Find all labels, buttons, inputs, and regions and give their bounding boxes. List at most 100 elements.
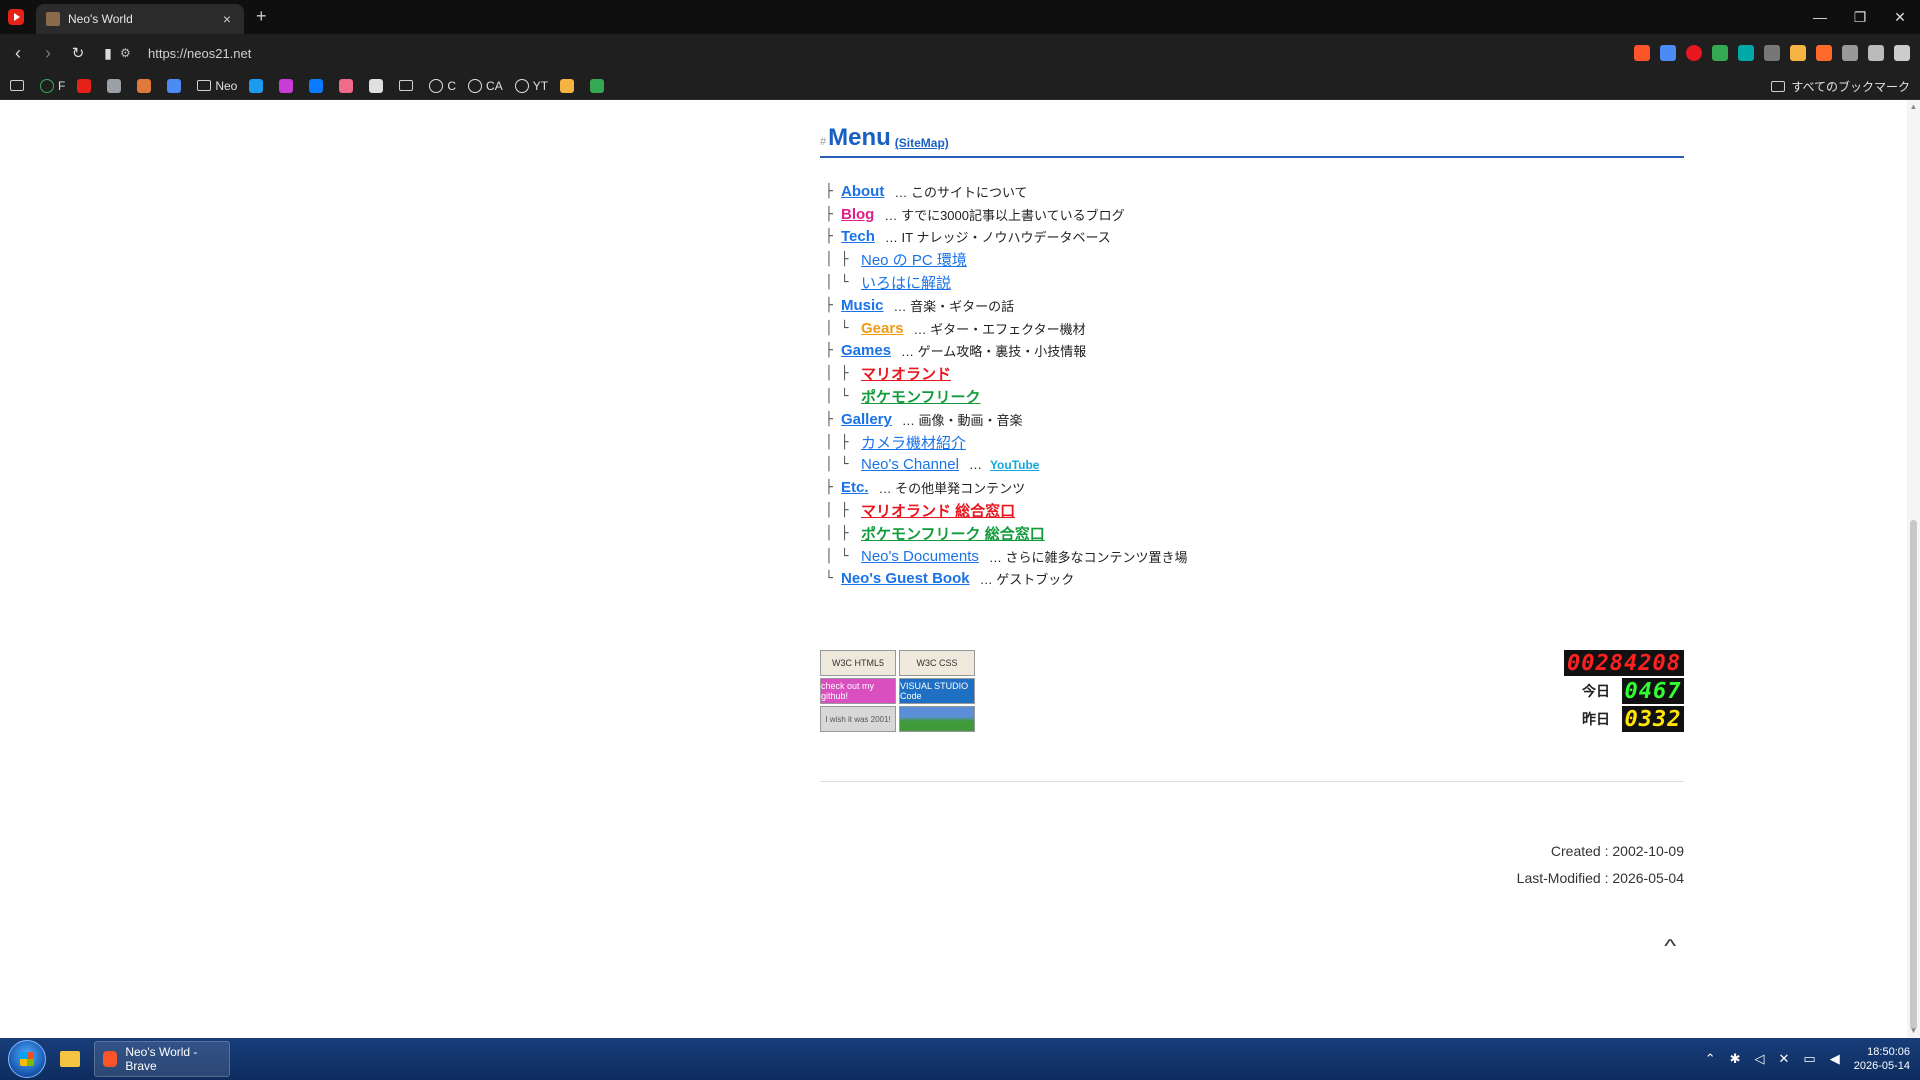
- tray-expand-icon[interactable]: ⌃: [1705, 1051, 1716, 1067]
- bookmark-label: C: [447, 78, 457, 93]
- bookmarks-bar: F Neo C CA YT すべてのブックマーク: [0, 72, 1920, 100]
- menu-link[interactable]: Neo's Documents: [861, 548, 979, 565]
- start-button[interactable]: [8, 1040, 46, 1078]
- file-explorer-icon[interactable]: [60, 1051, 80, 1067]
- modified-date: Last-Modified : 2026-05-04: [1516, 870, 1684, 886]
- xp-landscape-badge[interactable]: [899, 706, 975, 732]
- menu-description: … その他単発コンテンツ: [878, 481, 1026, 497]
- clock[interactable]: 18:50:06 2026-05-14: [1854, 1045, 1910, 1073]
- taskbar-brave-window[interactable]: Neo's World - Brave: [94, 1041, 230, 1077]
- adblock-icon[interactable]: [1686, 45, 1702, 61]
- tray-x-icon[interactable]: ✕: [1779, 1051, 1790, 1067]
- tray-monitor-icon[interactable]: ▭: [1803, 1051, 1815, 1067]
- menu-link[interactable]: Neo の PC 環境: [861, 249, 967, 270]
- scroll-up-icon[interactable]: ▲: [1909, 102, 1918, 112]
- menu-link[interactable]: いろはに解説: [861, 272, 951, 293]
- scroll-down-icon[interactable]: ▼: [1909, 1026, 1918, 1036]
- menu-link[interactable]: Neo's Channel: [861, 456, 959, 473]
- w3c-html5-badge[interactable]: W3C HTML5: [820, 650, 896, 676]
- back-icon[interactable]: ‹: [6, 41, 30, 65]
- tree-branch: ├: [825, 206, 833, 222]
- menu-description: … さらに雑多なコンテンツ置き場: [988, 549, 1188, 565]
- bookmark-16[interactable]: [560, 78, 578, 93]
- bookmark-14[interactable]: CA: [468, 78, 503, 93]
- s-extension-icon[interactable]: [1738, 45, 1754, 61]
- divider: [820, 781, 1684, 782]
- forward-icon[interactable]: ›: [36, 41, 60, 65]
- bookmark-9[interactable]: [309, 78, 327, 93]
- tab-title: Neo's World: [68, 12, 133, 26]
- globe-icon: [40, 78, 54, 93]
- github-badge[interactable]: check out my github!: [820, 678, 896, 704]
- today-label: 今日: [1582, 683, 1610, 699]
- page-scrollbar[interactable]: ▲ ▼: [1907, 100, 1920, 1038]
- orange-extension-icon[interactable]: [1816, 45, 1832, 61]
- tray-speaker-muted-icon[interactable]: ◁: [1755, 1051, 1765, 1067]
- menu-link[interactable]: ポケモンフリーク: [861, 386, 981, 407]
- bookmark-17[interactable]: [590, 78, 608, 93]
- menu-link[interactable]: Neo's Guest Book: [841, 570, 970, 587]
- bookmark-8[interactable]: [279, 78, 297, 93]
- menu-link[interactable]: Games: [841, 342, 891, 359]
- bookmark-7[interactable]: [249, 78, 267, 93]
- bookmark-10[interactable]: [339, 78, 357, 93]
- brave-shields-icon[interactable]: [1634, 45, 1650, 61]
- bookmark-13[interactable]: C: [429, 78, 457, 93]
- menu-link[interactable]: カメラ機材紹介: [861, 432, 966, 453]
- menu-icon[interactable]: [1894, 45, 1910, 61]
- bookmark-3[interactable]: [107, 78, 125, 93]
- tree-branch: │ ├: [825, 503, 849, 519]
- bookmark-5[interactable]: [167, 78, 185, 93]
- restore-button[interactable]: ❐: [1840, 0, 1880, 34]
- bookmark-4[interactable]: [137, 78, 155, 93]
- youtube-link[interactable]: YouTube: [990, 458, 1040, 472]
- bookmark-0[interactable]: [10, 80, 28, 91]
- browser-chrome: Neo's World × + — ❐ ✕ ‹ › ↻ ▮ ⚙ https://…: [0, 0, 1920, 100]
- tab-neos-world[interactable]: Neo's World ×: [36, 4, 244, 34]
- scroll-thumb[interactable]: [1910, 520, 1917, 1030]
- shield-extension-icon[interactable]: [1712, 45, 1728, 61]
- reload-icon[interactable]: ↻: [66, 41, 90, 65]
- bookmark-icon[interactable]: ▮: [96, 41, 120, 65]
- vscode-badge[interactable]: VISUAL STUDIO Code: [899, 678, 975, 704]
- bookmark-2[interactable]: [77, 78, 95, 93]
- w3c-css-badge[interactable]: W3C CSS: [899, 650, 975, 676]
- minimize-button[interactable]: —: [1800, 0, 1840, 34]
- bookmark-6[interactable]: Neo: [197, 79, 237, 93]
- puzzle-extensions-icon[interactable]: [1842, 45, 1858, 61]
- menu-link[interactable]: Tech: [841, 228, 875, 245]
- menu-heading: # Menu (SiteMap): [820, 124, 1684, 158]
- menu-link[interactable]: Music: [841, 297, 884, 314]
- menu-link[interactable]: About: [841, 183, 884, 200]
- tray-volume-icon[interactable]: ◀: [1830, 1051, 1840, 1067]
- wish-2001-badge[interactable]: I wish it was 2001!: [820, 706, 896, 732]
- menu-link[interactable]: ポケモンフリーク 総合窓口: [861, 523, 1045, 544]
- address-bar[interactable]: ⚙ https://neos21.net: [120, 39, 1590, 67]
- music-icon[interactable]: [1868, 45, 1884, 61]
- menu-link[interactable]: Etc.: [841, 479, 869, 496]
- bookmark-15[interactable]: YT: [514, 78, 548, 93]
- close-window-button[interactable]: ✕: [1880, 0, 1920, 34]
- all-bookmarks-button[interactable]: すべてのブックマーク: [1771, 72, 1910, 100]
- youtube-app-icon[interactable]: [8, 9, 24, 25]
- new-tab-button[interactable]: +: [256, 6, 267, 27]
- yellow-extension-icon[interactable]: [1790, 45, 1806, 61]
- menu-link[interactable]: マリオランド: [861, 363, 951, 384]
- back-to-top-icon[interactable]: ^: [1664, 936, 1676, 957]
- menu-link[interactable]: Gallery: [841, 411, 892, 428]
- translate-icon[interactable]: [1660, 45, 1676, 61]
- tray-gear-icon[interactable]: ✱: [1730, 1051, 1741, 1067]
- taskbar: Neo's World - Brave ⌃ ✱ ◁ ✕ ▭ ◀ 18:50:06…: [0, 1038, 1920, 1080]
- tab-close-icon[interactable]: ×: [220, 11, 234, 27]
- bookmark-12[interactable]: [399, 80, 417, 91]
- menu-link[interactable]: Blog: [841, 206, 874, 223]
- sitemap-link[interactable]: (SiteMap): [895, 136, 949, 150]
- screenshot-extension-icon[interactable]: [1764, 45, 1780, 61]
- bookmark-1[interactable]: F: [40, 78, 65, 93]
- menu-link[interactable]: マリオランド 総合窓口: [861, 500, 1015, 521]
- bookmark-11[interactable]: [369, 78, 387, 93]
- site-settings-icon[interactable]: ⚙: [120, 46, 140, 60]
- menu-row: │ └ いろはに解説: [825, 271, 1685, 294]
- menu-link[interactable]: Gears: [861, 320, 904, 337]
- heading-anchor[interactable]: #: [820, 136, 826, 148]
